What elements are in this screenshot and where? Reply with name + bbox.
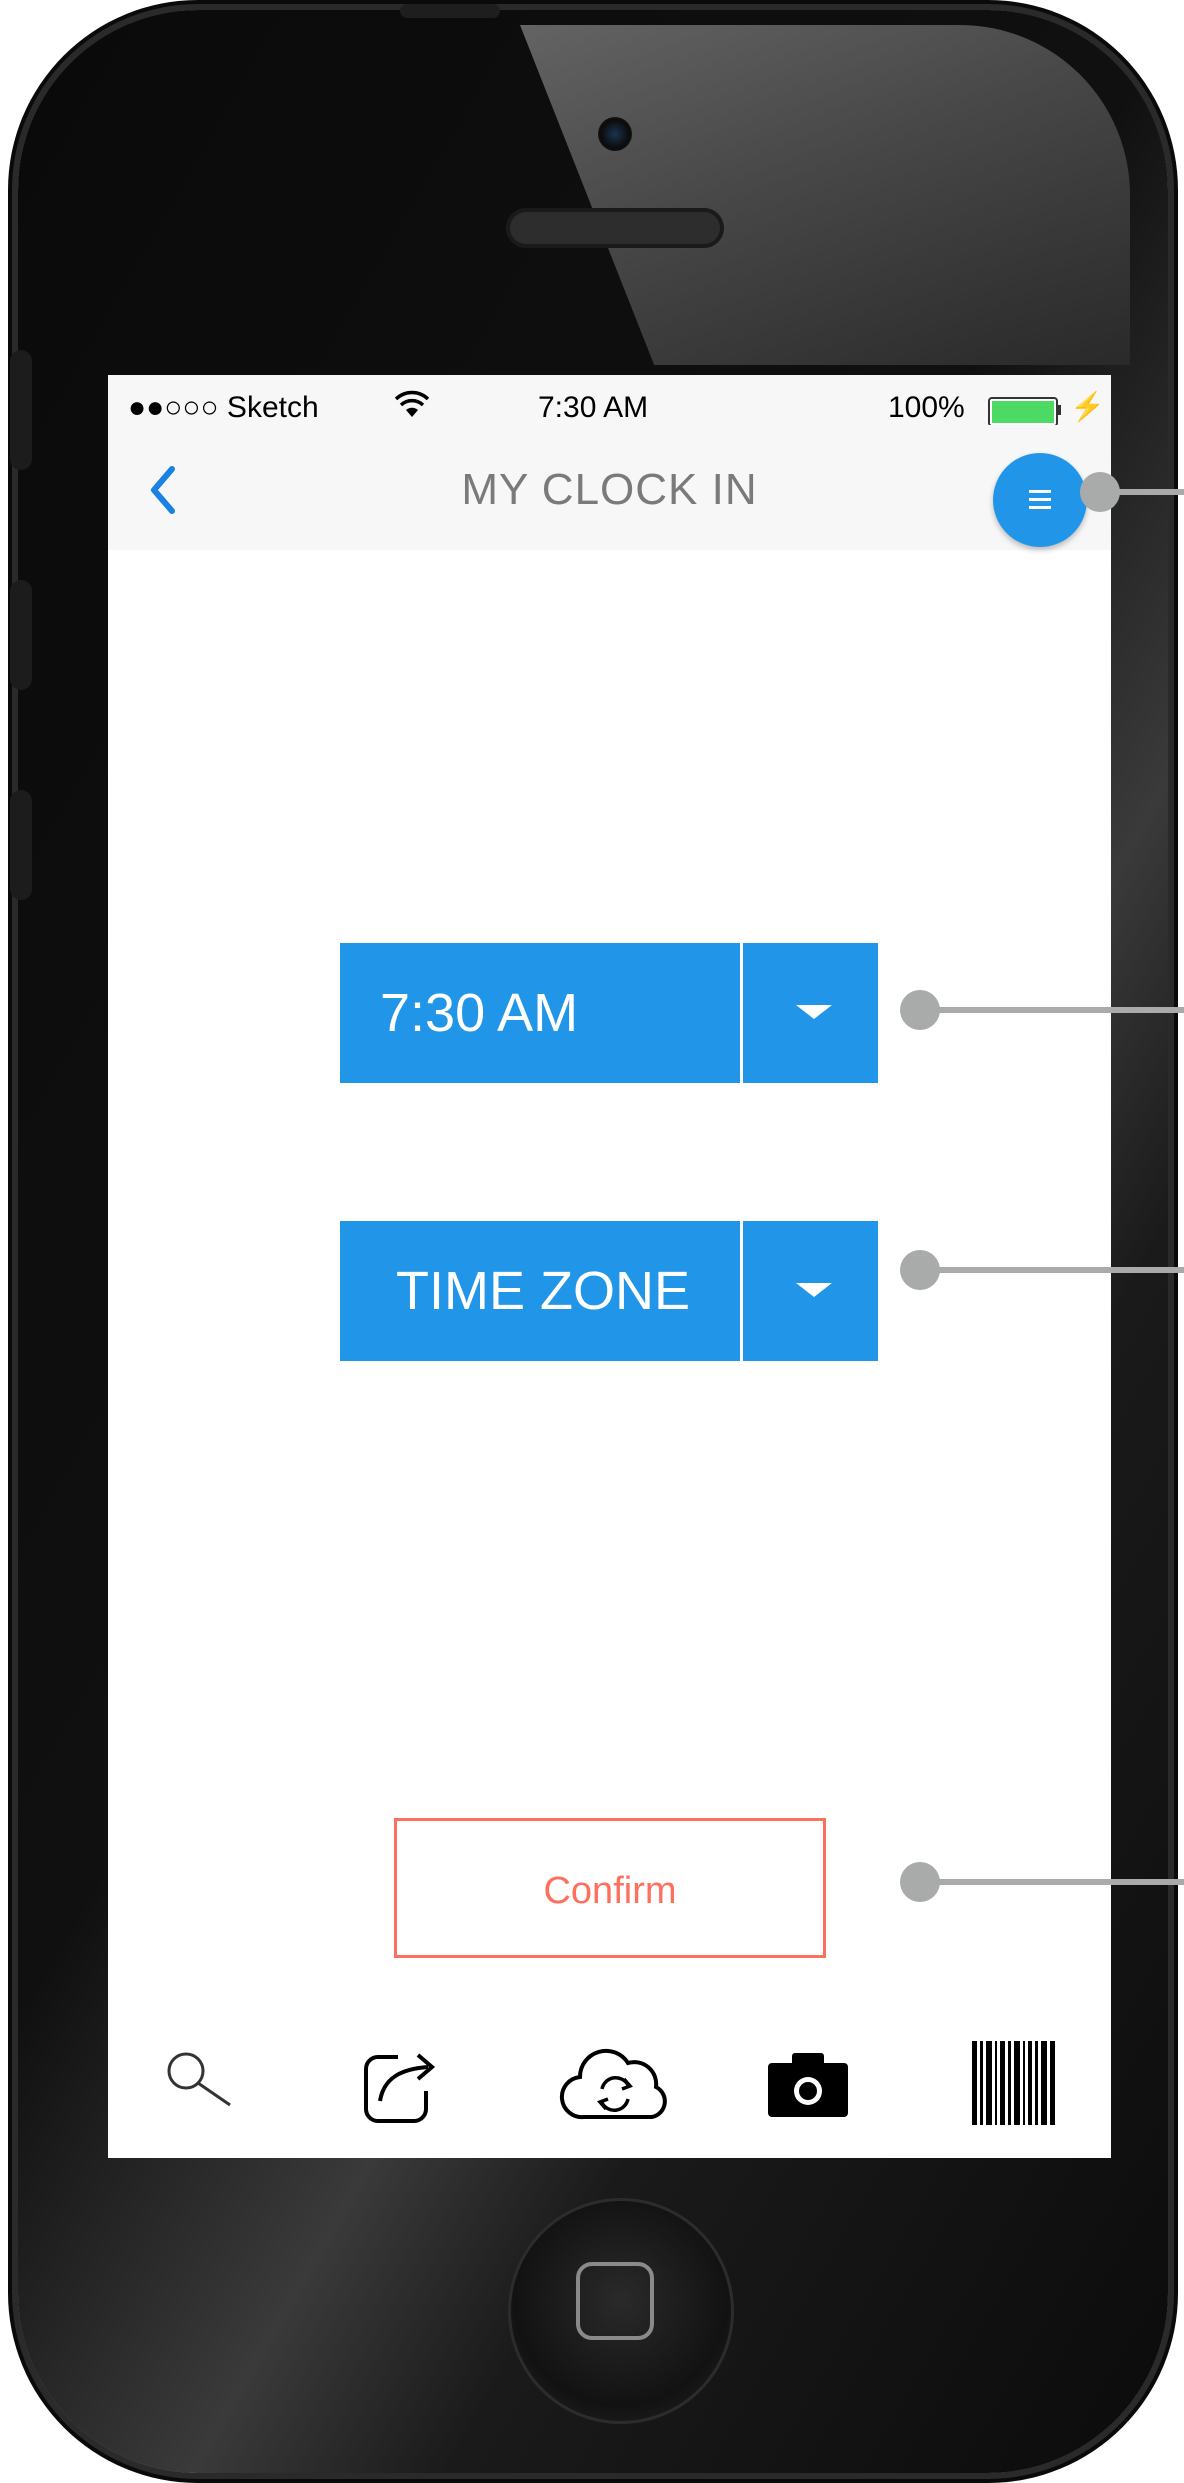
timezone-select[interactable]: TIME ZONE xyxy=(340,1221,878,1361)
battery-icon xyxy=(988,397,1058,427)
callout-line xyxy=(920,1007,1184,1013)
camera-icon[interactable] xyxy=(766,2051,850,2119)
earpiece-speaker xyxy=(506,208,724,248)
page-title: MY CLOCK IN xyxy=(461,465,758,514)
caret-down-icon[interactable] xyxy=(796,1005,832,1019)
select-divider xyxy=(740,1221,743,1361)
cloud-sync-icon[interactable] xyxy=(556,2041,674,2127)
home-square-icon xyxy=(576,2262,654,2340)
caret-down-icon[interactable] xyxy=(796,1283,832,1297)
power-button xyxy=(400,4,500,18)
nav-bar: MY CLOCK IN xyxy=(108,425,1111,550)
wifi-icon xyxy=(394,390,430,417)
mute-switch xyxy=(10,350,32,470)
battery-percent: 100% xyxy=(888,391,965,424)
time-select[interactable]: 7:30 AM xyxy=(340,943,878,1083)
battery-fill xyxy=(992,401,1054,423)
time-select-value: 7:30 AM xyxy=(380,983,579,1043)
hamburger-icon xyxy=(1029,490,1051,509)
volume-up-button xyxy=(10,580,32,690)
search-icon[interactable] xyxy=(160,2045,236,2121)
barcode-icon[interactable] xyxy=(970,2039,1058,2127)
menu-button[interactable] xyxy=(993,453,1087,547)
share-icon[interactable] xyxy=(358,2039,448,2129)
timezone-select-value: TIME ZONE xyxy=(396,1261,690,1321)
confirm-button[interactable]: Confirm xyxy=(394,1818,826,1958)
bolt-icon: ⚡ xyxy=(1070,391,1105,422)
select-divider xyxy=(740,943,743,1083)
callout-line xyxy=(1100,489,1184,495)
status-bar: ●●○○○ Sketch 7:30 AM 100% ⚡ xyxy=(108,375,1111,427)
carrier-label: ●●○○○ Sketch xyxy=(128,391,319,424)
bottom-toolbar xyxy=(108,2015,1111,2158)
battery-nub xyxy=(1057,405,1061,415)
callout-line xyxy=(920,1267,1184,1273)
front-camera xyxy=(598,117,632,151)
status-time: 7:30 AM xyxy=(538,391,649,424)
volume-down-button xyxy=(10,790,32,900)
callout-line xyxy=(920,1879,1184,1885)
